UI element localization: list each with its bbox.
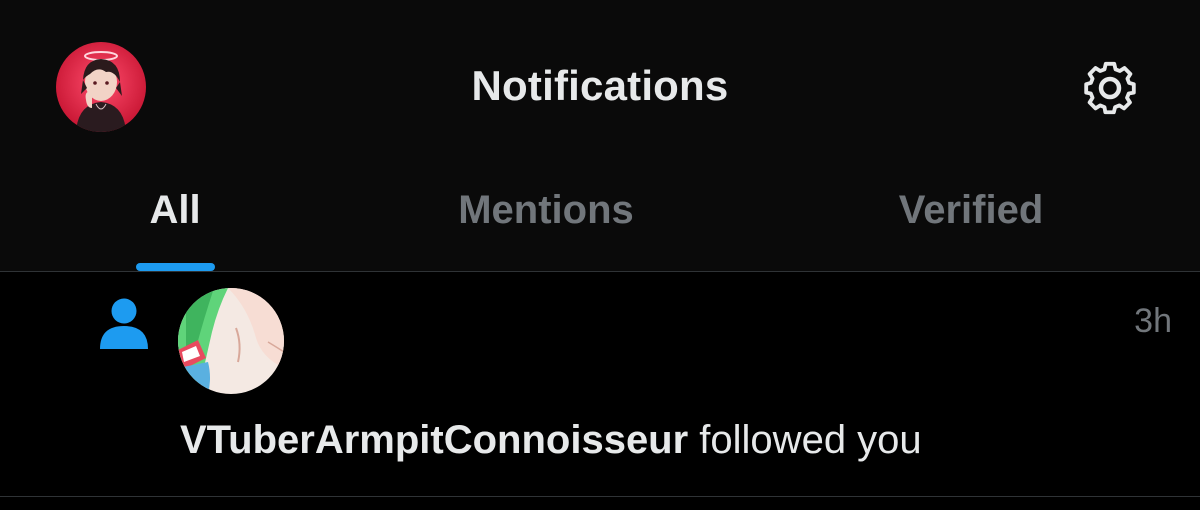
follower-avatar[interactable] [178,288,284,394]
notification-action: followed you [688,418,922,462]
person-icon [98,296,150,352]
tab-bar: All Mentions Verified [0,175,1200,271]
tab-mentions-label: Mentions [458,188,634,232]
tab-verified-label: Verified [898,188,1044,232]
tab-mentions[interactable]: Mentions [350,175,742,271]
gear-icon[interactable] [1080,58,1140,118]
notification-divider [0,496,1200,497]
page-title: Notifications [471,62,729,109]
notification-text: VTuberArmpitConnoisseur followed you [180,418,922,463]
profile-avatar[interactable] [56,42,146,132]
tab-all-label: All [149,188,201,232]
notification-item[interactable]: 3h VTuberArmpitConnoisseur followed you [0,272,1200,496]
follower-username[interactable]: VTuberArmpitConnoisseur [180,418,688,462]
notification-timestamp: 3h [1134,302,1172,340]
top-bar: Notifications [0,0,1200,175]
tab-all[interactable]: All [0,175,350,271]
tab-verified[interactable]: Verified [742,175,1200,271]
active-tab-indicator [136,263,215,271]
